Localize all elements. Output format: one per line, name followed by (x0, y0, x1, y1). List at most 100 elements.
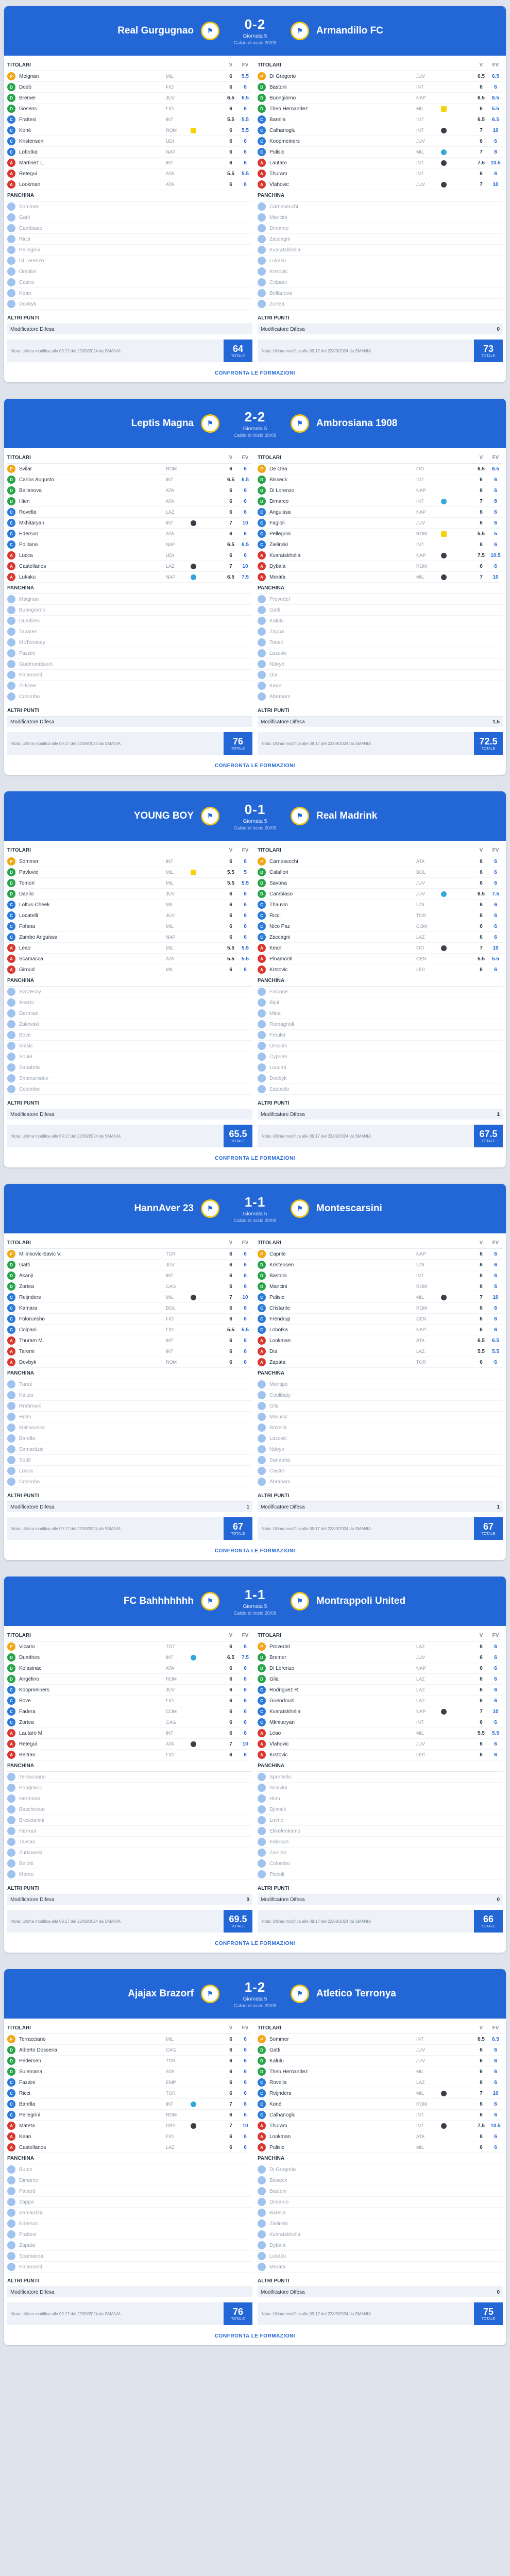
player-name[interactable]: Bremer (19, 95, 166, 101)
bench-player-name[interactable]: Bellanova (269, 291, 416, 296)
bench-player-name[interactable]: Romagnoli (269, 1022, 416, 1027)
compare-lineups-link[interactable]: CONFRONTA LE FORMAZIONI (4, 1151, 506, 1167)
bench-player-row[interactable]: Ndoye (258, 1444, 503, 1455)
player-row[interactable]: A Kean FIO 6 6 (7, 2131, 252, 2142)
bench-player-row[interactable]: Bijol (258, 997, 503, 1008)
bench-player-name[interactable]: Kean (269, 683, 416, 689)
bench-player-name[interactable]: Bisseck (269, 2178, 416, 2183)
player-name[interactable]: Savona (269, 880, 416, 886)
player-name[interactable]: Dovbyk (19, 1360, 166, 1365)
player-row[interactable]: A Lukaku NAP 6.5 7.5 (7, 572, 252, 583)
player-row[interactable]: A Pulisic MIL 6 6 (258, 2142, 503, 2153)
bench-player-name[interactable]: Gatti (269, 607, 416, 613)
player-row[interactable]: C Fofana MIL 6 6 (7, 921, 252, 932)
bench-player-row[interactable]: Fazzini (7, 648, 252, 659)
bench-player-name[interactable]: Freuler (269, 1032, 416, 1038)
bench-player-name[interactable]: Vlasic (19, 1043, 166, 1049)
player-row[interactable]: A Retegui ATA 5.5 5.5 (7, 168, 252, 179)
player-name[interactable]: Di Lorenzo (269, 1666, 416, 1671)
bench-player-name[interactable]: Zapata (19, 2243, 166, 2248)
player-name[interactable]: Pedersen (19, 2058, 166, 2064)
bench-player-row[interactable]: Cyprien (258, 1052, 503, 1062)
bench-player-name[interactable]: Bijol (269, 1000, 416, 1006)
player-name[interactable]: Dimarco (269, 499, 416, 504)
bench-player-row[interactable]: Djimsiti (258, 1804, 503, 1815)
bench-player-row[interactable]: Coulibaly (258, 1390, 503, 1401)
player-name[interactable]: Alberto Dossena (19, 2047, 166, 2053)
player-name[interactable]: Fagioli (269, 520, 416, 526)
player-row[interactable]: C Kvaratskhelia NAP 7 10 (258, 1706, 503, 1717)
bench-player-row[interactable]: Rovella (258, 1422, 503, 1433)
bench-player-name[interactable]: Zielinski (269, 2221, 416, 2227)
player-row[interactable]: C Ricci TOR 6 6 (258, 910, 503, 921)
bench-player-name[interactable]: Lucumí (269, 1065, 416, 1071)
bench-player-row[interactable]: Falcone (258, 987, 503, 997)
player-row[interactable]: D Savona JUV 6 6 (258, 878, 503, 889)
player-name[interactable]: Lautaro M. (19, 1731, 166, 1736)
bench-player-name[interactable]: Pellegrini (19, 247, 166, 253)
player-name[interactable]: Rovella (19, 510, 166, 515)
player-row[interactable]: C Kristensen UDI 6 6 (7, 136, 252, 147)
bench-player-row[interactable]: Sottil (7, 1455, 252, 1466)
bench-player-name[interactable]: Barella (19, 1436, 166, 1442)
player-name[interactable]: Vlahovic (269, 182, 416, 188)
bench-player-name[interactable]: Gudmundsson (19, 662, 166, 667)
player-name[interactable]: Lobotka (269, 1327, 416, 1333)
player-row[interactable]: A Scamacca ATA 5.5 5.5 (7, 954, 252, 964)
player-row[interactable]: C Pellegrini ROM 6 6 (7, 2110, 252, 2121)
player-name[interactable]: Sulemana (19, 2069, 166, 2075)
player-row[interactable]: P Sommer INT 6 6 (7, 856, 252, 867)
bench-player-row[interactable]: Colombo (258, 1858, 503, 1869)
bench-player-name[interactable]: Barella (269, 2210, 416, 2216)
bench-player-row[interactable]: Zappa (7, 2197, 252, 2208)
bench-player-name[interactable]: Zalewski (19, 1022, 166, 1027)
player-row[interactable]: A Lookman ATA 6 6 (7, 179, 252, 190)
bench-player-row[interactable]: Shomurodov (7, 1073, 252, 1084)
bench-player-name[interactable]: Rrahmani (19, 1403, 166, 1409)
compare-lineups-link[interactable]: CONFRONTA LE FORMAZIONI (4, 1544, 506, 1560)
compare-lineups-link[interactable]: CONFRONTA LE FORMAZIONI (4, 366, 506, 382)
player-row[interactable]: D Kolasinac ATA 6 6 (7, 1663, 252, 1674)
player-name[interactable]: Milinkovic-Savic V. (19, 1251, 166, 1257)
bench-player-row[interactable]: Kvaratskhelia (258, 2229, 503, 2240)
player-name[interactable]: Gila (269, 1676, 416, 1682)
bench-player-name[interactable]: Malinovskyi (19, 1425, 166, 1431)
bench-player-row[interactable]: Tavsan (7, 1837, 252, 1848)
bench-player-name[interactable]: Orsolini (19, 269, 166, 275)
bench-player-name[interactable]: Kalulu (269, 618, 416, 624)
bench-player-name[interactable]: Morata (269, 2264, 416, 2270)
player-name[interactable]: Lookman (19, 182, 166, 188)
player-name[interactable]: Barella (19, 2102, 166, 2107)
player-name[interactable]: Taremi (19, 1349, 166, 1354)
player-row[interactable]: D Bastoni INT 6 6 (258, 1270, 503, 1281)
player-row[interactable]: A Lucca UDI 6 6 (7, 550, 252, 561)
player-row[interactable]: C Koné ROM 6 5.5 (7, 125, 252, 136)
player-row[interactable]: C Nico Paz COM 6 6 (258, 921, 503, 932)
player-name[interactable]: Pavlovic (19, 870, 166, 875)
bench-player-row[interactable]: Zapata (7, 2240, 252, 2251)
player-row[interactable]: A Vlahovic JUV 7 10 (258, 179, 503, 190)
player-name[interactable]: Theo Hernandez (269, 2069, 416, 2075)
player-name[interactable]: Morata (269, 574, 416, 580)
bench-player-row[interactable]: Scalvini (258, 1783, 503, 1793)
bench-player-row[interactable]: Colombo (7, 1084, 252, 1095)
away-team-name[interactable]: Armandillo FC (316, 25, 440, 37)
bench-player-name[interactable]: Dimarco (269, 2199, 416, 2205)
player-row[interactable]: D Theo Hernandez MIL 6 6 (258, 2066, 503, 2077)
bench-player-row[interactable]: Bellanova (258, 288, 503, 299)
away-team-name[interactable]: Real Madrink (316, 810, 440, 822)
bench-player-name[interactable]: Zappa (19, 2199, 166, 2205)
bench-player-row[interactable]: Sportiello (258, 1772, 503, 1783)
bench-player-name[interactable]: Falcone (269, 989, 416, 995)
player-row[interactable]: A Leao MIL 5.5 5.5 (258, 1728, 503, 1739)
player-row[interactable]: D Cambiaso JUV 6.5 7.5 (258, 889, 503, 900)
player-row[interactable]: D Buongiorno NAP 6.5 6.5 (258, 93, 503, 104)
compare-lineups-link[interactable]: CONFRONTA LE FORMAZIONI (4, 2329, 506, 2345)
bench-player-name[interactable]: Esposito (269, 1087, 416, 1092)
bench-player-row[interactable]: Samardzic (7, 1444, 252, 1455)
player-name[interactable]: Pulisic (269, 149, 416, 155)
bench-player-row[interactable]: Colombo (7, 691, 252, 702)
bench-player-row[interactable]: Castro (7, 277, 252, 288)
bench-player-row[interactable]: Rrahmani (7, 1401, 252, 1412)
bench-player-name[interactable]: Cyprien (269, 1054, 416, 1060)
